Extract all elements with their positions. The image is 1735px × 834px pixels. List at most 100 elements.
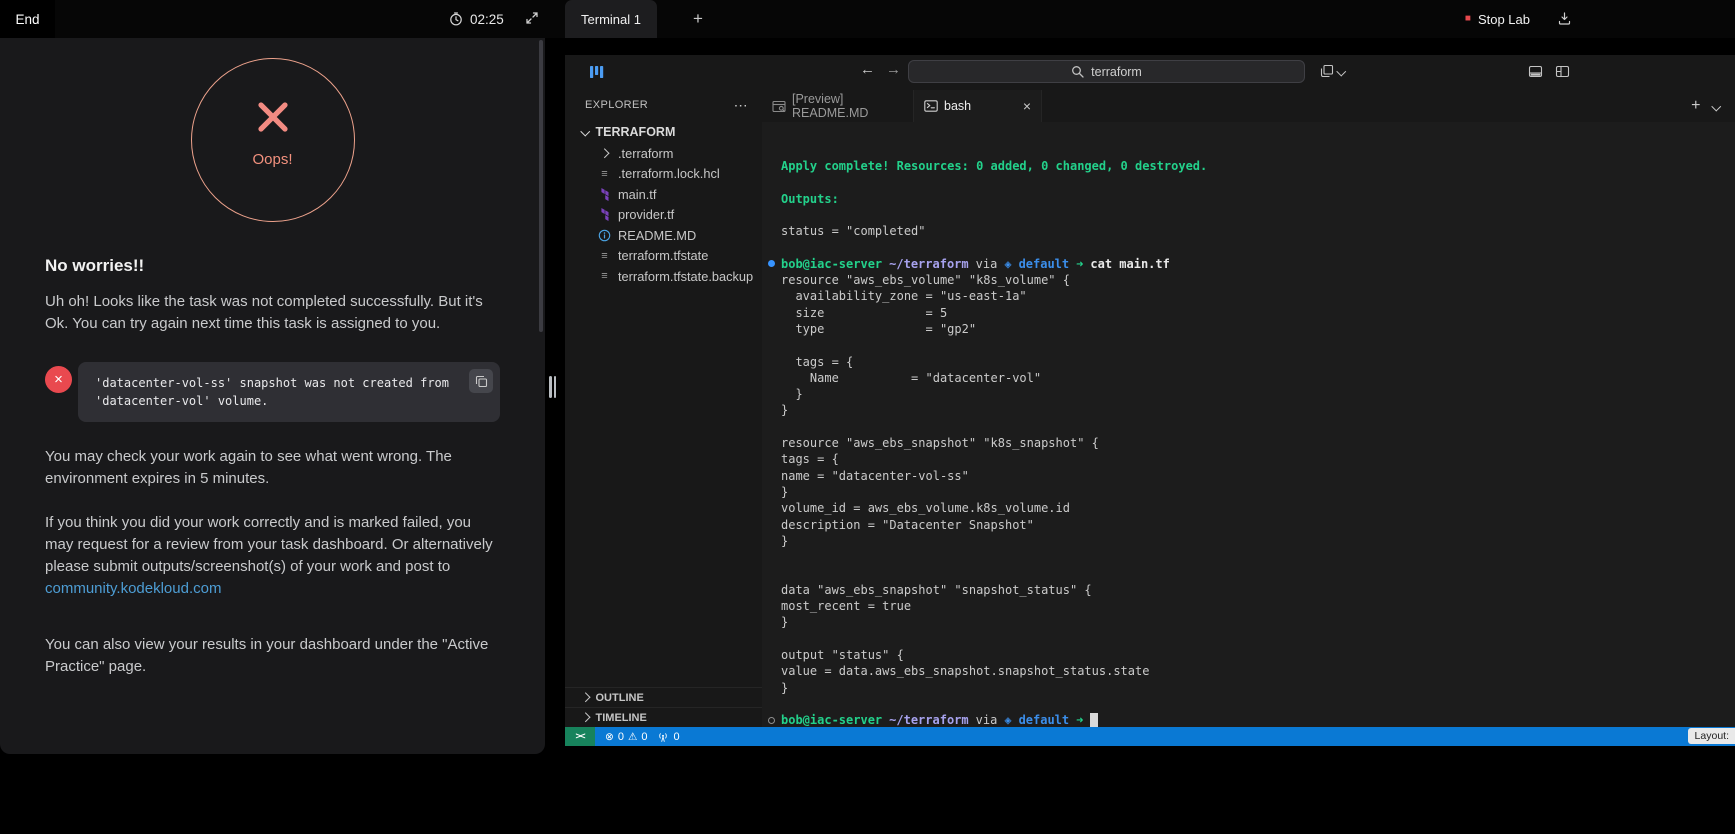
editor-tabbar: [Preview] README.MD bash × + <box>762 90 1735 123</box>
vscode-statusbar: >< ⊗ 0 ⚠ 0 0 Layout: <box>565 727 1735 746</box>
terminal-blank-line <box>781 207 1735 223</box>
chevron-down-icon[interactable] <box>1711 101 1720 110</box>
outline-section[interactable]: OUTLINE <box>565 687 762 707</box>
ports-count: 0 <box>673 731 679 743</box>
terminal-prompt-line: bob@iac-server ~/terraform via ◈ default… <box>781 712 1735 727</box>
chevron-down-icon <box>1337 66 1346 75</box>
file-item-provider-tf[interactable]: provider.tf <box>565 205 762 226</box>
timeline-section[interactable]: TIMELINE <box>565 707 762 727</box>
stop-lab-button[interactable]: ■ Stop Lab <box>1465 0 1530 38</box>
folder-item-dot-terraform[interactable]: .terraform <box>565 143 762 164</box>
menu-icon[interactable] <box>589 64 606 80</box>
timer-value: 02:25 <box>470 12 504 27</box>
community-link[interactable]: community.kodekloud.com <box>45 580 221 597</box>
warning-icon: ⚠ <box>628 731 637 743</box>
tabbar-actions: + <box>1691 90 1735 122</box>
result-paragraph-1: Uh oh! Looks like the task was not compl… <box>45 291 500 335</box>
file-item-terraform-tfstate[interactable]: ≡ terraform.tfstate <box>565 246 762 267</box>
download-icon[interactable] <box>1557 11 1572 26</box>
terminal-blank-line <box>781 239 1735 255</box>
error-count-icon: ⊗ <box>605 731 614 743</box>
chevron-right-icon <box>581 693 590 702</box>
terminal-status-line: status = "completed" <box>781 223 1735 239</box>
add-terminal-button[interactable]: + <box>686 7 710 31</box>
lab-timer: 02:25 <box>449 0 504 38</box>
file-icon: ≡ <box>598 250 611 262</box>
stop-lab-label: Stop Lab <box>1478 12 1530 27</box>
prompt-workspace: default <box>1019 712 1070 727</box>
prompt-directory: ~/terraform <box>889 712 968 727</box>
prompt-user: bob@iac-server <box>781 256 882 272</box>
command-decoration-icon[interactable] <box>768 260 775 267</box>
file-item-main-tf[interactable]: main.tf <box>565 184 762 205</box>
layout-indicator[interactable]: Layout: <box>1688 728 1735 744</box>
result-paragraph-3: If you think you did your work correctly… <box>45 512 500 600</box>
remote-indicator[interactable]: >< <box>565 727 595 746</box>
terminal-prompt-line: bob@iac-server ~/terraform via ◈ default… <box>781 256 1735 272</box>
file-item-terraform-tfstate-backup[interactable]: ≡ terraform.tfstate.backup <box>565 266 762 287</box>
customize-layout-icon[interactable] <box>1555 64 1570 79</box>
ports-indicator[interactable]: 0 <box>657 731 679 743</box>
terminal-apply-line: Apply complete! Resources: 0 added, 0 ch… <box>781 158 1735 174</box>
file-item-terraform-lock-hcl[interactable]: ≡ .terraform.lock.hcl <box>565 164 762 185</box>
lab-topbar: End 02:25 Terminal 1 + ■ Stop Lab <box>0 0 1735 38</box>
terminal-1-tab[interactable]: Terminal 1 <box>565 0 657 38</box>
more-actions-icon[interactable]: ⋯ <box>734 97 748 114</box>
tab-bash[interactable]: bash × <box>914 90 1042 122</box>
panel-resize-handle[interactable] <box>549 376 559 398</box>
chevron-right-icon <box>581 713 590 722</box>
stop-icon: ■ <box>1465 14 1471 24</box>
sidebar-bottom-sections: OUTLINE TIMELINE <box>565 687 762 727</box>
terraform-workspace-icon: ◈ <box>1004 712 1011 727</box>
command-center-search[interactable]: terraform <box>908 60 1305 83</box>
terminal-code-output: resource "aws_ebs_volume" "k8s_volume" {… <box>781 272 1735 696</box>
radio-tower-icon <box>657 731 669 743</box>
oops-label: Oops! <box>252 151 292 168</box>
copy-button[interactable] <box>469 369 493 393</box>
command-decoration-icon[interactable] <box>768 717 775 724</box>
error-x-glyph: × <box>54 371 63 388</box>
prompt-via: via <box>976 256 998 272</box>
tree-root-terraform[interactable]: TERRAFORM <box>565 120 762 143</box>
terminal-blank-line <box>781 174 1735 190</box>
prompt-via: via <box>976 712 998 727</box>
error-message-text: 'datacenter-vol-ss' snapshot was not cre… <box>95 374 452 410</box>
terminal-output[interactable]: Apply complete! Resources: 0 added, 0 ch… <box>762 122 1735 727</box>
result-paragraph-4: You can also view your results in your d… <box>45 634 500 678</box>
explorer-title: EXPLORER <box>585 99 648 111</box>
x-mark-icon <box>251 95 295 139</box>
tab-readme-preview[interactable]: [Preview] README.MD <box>762 90 914 122</box>
chevron-right-icon <box>598 150 611 157</box>
error-message-box: 'datacenter-vol-ss' snapshot was not cre… <box>78 362 500 422</box>
terminal-1-tab-label: Terminal 1 <box>581 12 641 27</box>
end-button[interactable]: End <box>0 0 55 38</box>
end-button-label: End <box>15 12 39 27</box>
prompt-directory: ~/terraform <box>889 256 968 272</box>
explorer-sidebar: EXPLORER ⋯ TERRAFORM .terraform ≡ .terra… <box>565 90 763 727</box>
warning-count: 0 <box>641 731 647 743</box>
close-icon[interactable]: × <box>1023 98 1031 114</box>
back-arrow-icon[interactable]: ← <box>860 61 875 78</box>
toggle-panel-icon[interactable] <box>1528 64 1543 79</box>
file-icon: ≡ <box>598 168 611 180</box>
result-panel: Oops! No worries!! Uh oh! Looks like the… <box>0 38 545 754</box>
forward-arrow-icon[interactable]: → <box>886 61 901 78</box>
explorer-header: EXPLORER ⋯ <box>565 90 762 120</box>
tab-label: bash <box>944 99 971 113</box>
oops-circle: Oops! <box>191 58 355 222</box>
error-count: 0 <box>618 731 624 743</box>
problems-indicator[interactable]: ⊗ 0 ⚠ 0 <box>605 731 647 743</box>
scrollbar-thumb[interactable] <box>539 40 543 332</box>
add-tab-button[interactable]: + <box>1691 97 1700 115</box>
profiles-icon[interactable] <box>1320 64 1345 78</box>
tab-label: [Preview] README.MD <box>792 92 903 120</box>
clock-icon <box>449 12 463 26</box>
terminal-blank-line <box>781 696 1735 712</box>
vscode-titlebar: ← → terraform <box>565 55 1735 91</box>
search-value: terraform <box>1091 65 1142 79</box>
markdown-preview-icon <box>772 100 786 113</box>
terminal-cursor <box>1090 713 1098 727</box>
file-item-readme-md[interactable]: README.MD <box>565 225 762 246</box>
expand-icon[interactable] <box>525 11 539 25</box>
terraform-icon <box>598 208 611 221</box>
